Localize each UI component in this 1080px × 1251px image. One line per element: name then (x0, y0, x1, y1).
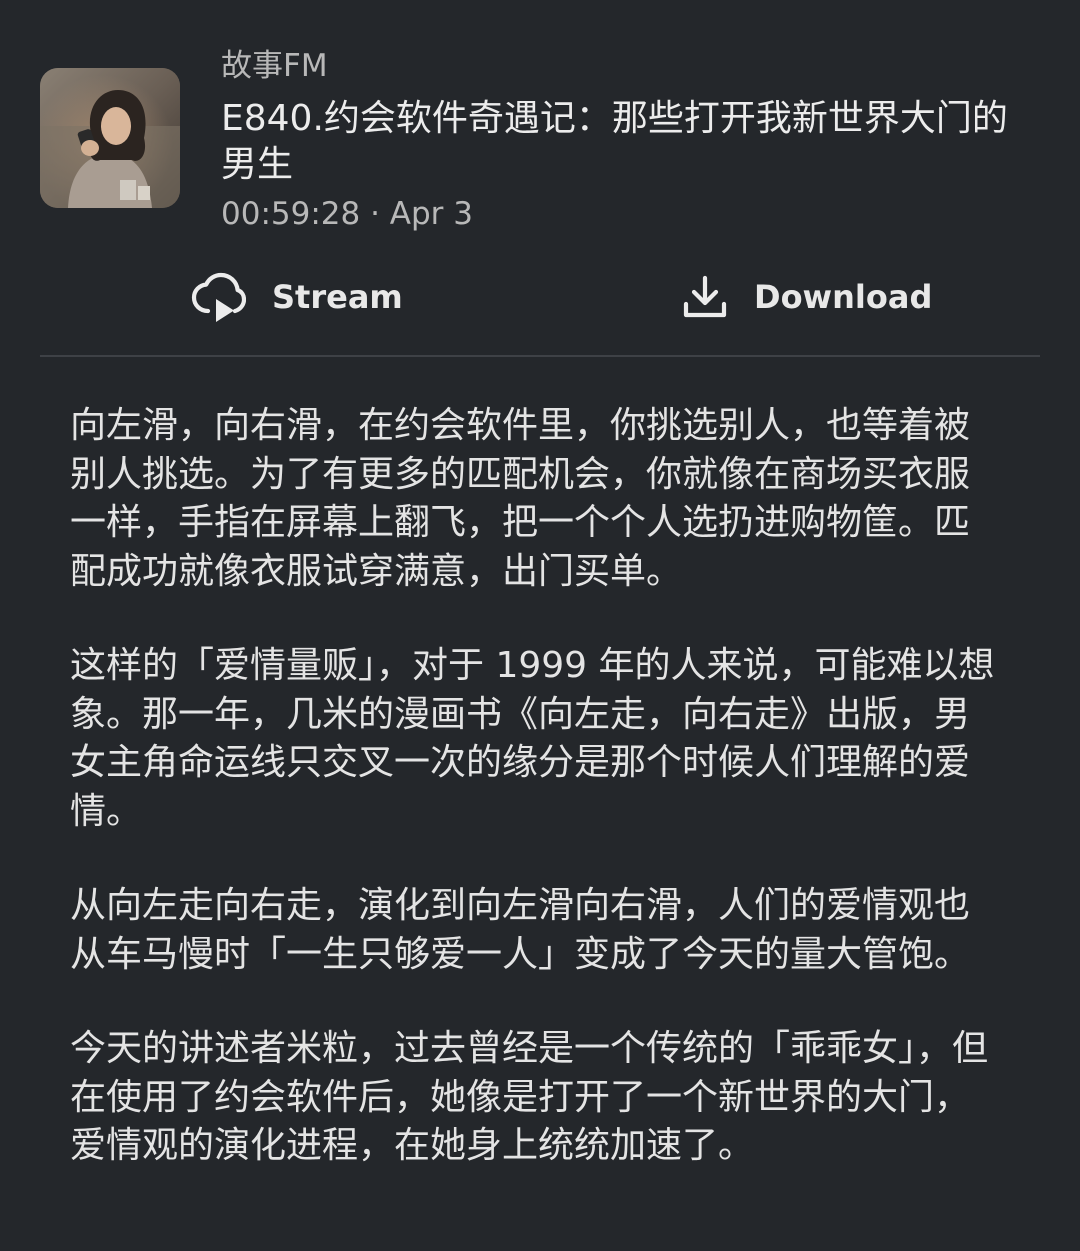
stream-button[interactable]: Stream (190, 262, 403, 332)
description-paragraph: 今天的讲述者米粒，过去曾经是一个传统的「乖乖女」，但在使用了约会软件后，她像是打… (70, 1028, 989, 1166)
download-label: Download (754, 278, 933, 316)
episode-detail-screen: 故事FM E840.约会软件奇遇记：那些打开我新世界大门的男生 00:59:28… (0, 0, 1080, 1251)
description-paragraph: 向左滑，向右滑，在约会软件里，你挑选别人，也等着被别人挑选。为了有更多的匹配机会… (70, 405, 971, 592)
stream-label: Stream (272, 278, 403, 316)
episode-meta: 故事FM E840.约会软件奇遇记：那些打开我新世界大门的男生 00:59:28… (221, 44, 1021, 236)
episode-actions: Stream Download (40, 262, 1040, 332)
description-paragraph: 这样的「爱情量贩」，对于 1999 年的人来说，可能难以想象。那一年，几米的漫画… (70, 645, 995, 832)
download-button[interactable]: Download (682, 262, 932, 332)
download-icon (682, 274, 728, 320)
cloud-play-icon (190, 269, 246, 325)
episode-duration: 00:59:28 (221, 196, 361, 232)
episode-date: Apr 3 (389, 196, 474, 232)
info-separator: · (360, 196, 390, 232)
divider (40, 355, 1040, 357)
episode-info: 00:59:28 · Apr 3 (221, 192, 1021, 236)
episode-title: E840.约会软件奇遇记：那些打开我新世界大门的男生 (221, 98, 1008, 185)
description-paragraph: 从向左走向右走，演化到向左滑向右滑，人们的爱情观也从车马慢时「一生只够爱一人」变… (70, 885, 971, 975)
podcast-name[interactable]: 故事FM (221, 44, 1021, 88)
cover-photo-illustration (40, 68, 180, 208)
episode-description: 向左滑，向右滑，在约会软件里，你挑选别人，也等着被别人挑选。为了有更多的匹配机会… (70, 402, 1000, 1217)
podcast-cover-image[interactable] (40, 68, 180, 208)
